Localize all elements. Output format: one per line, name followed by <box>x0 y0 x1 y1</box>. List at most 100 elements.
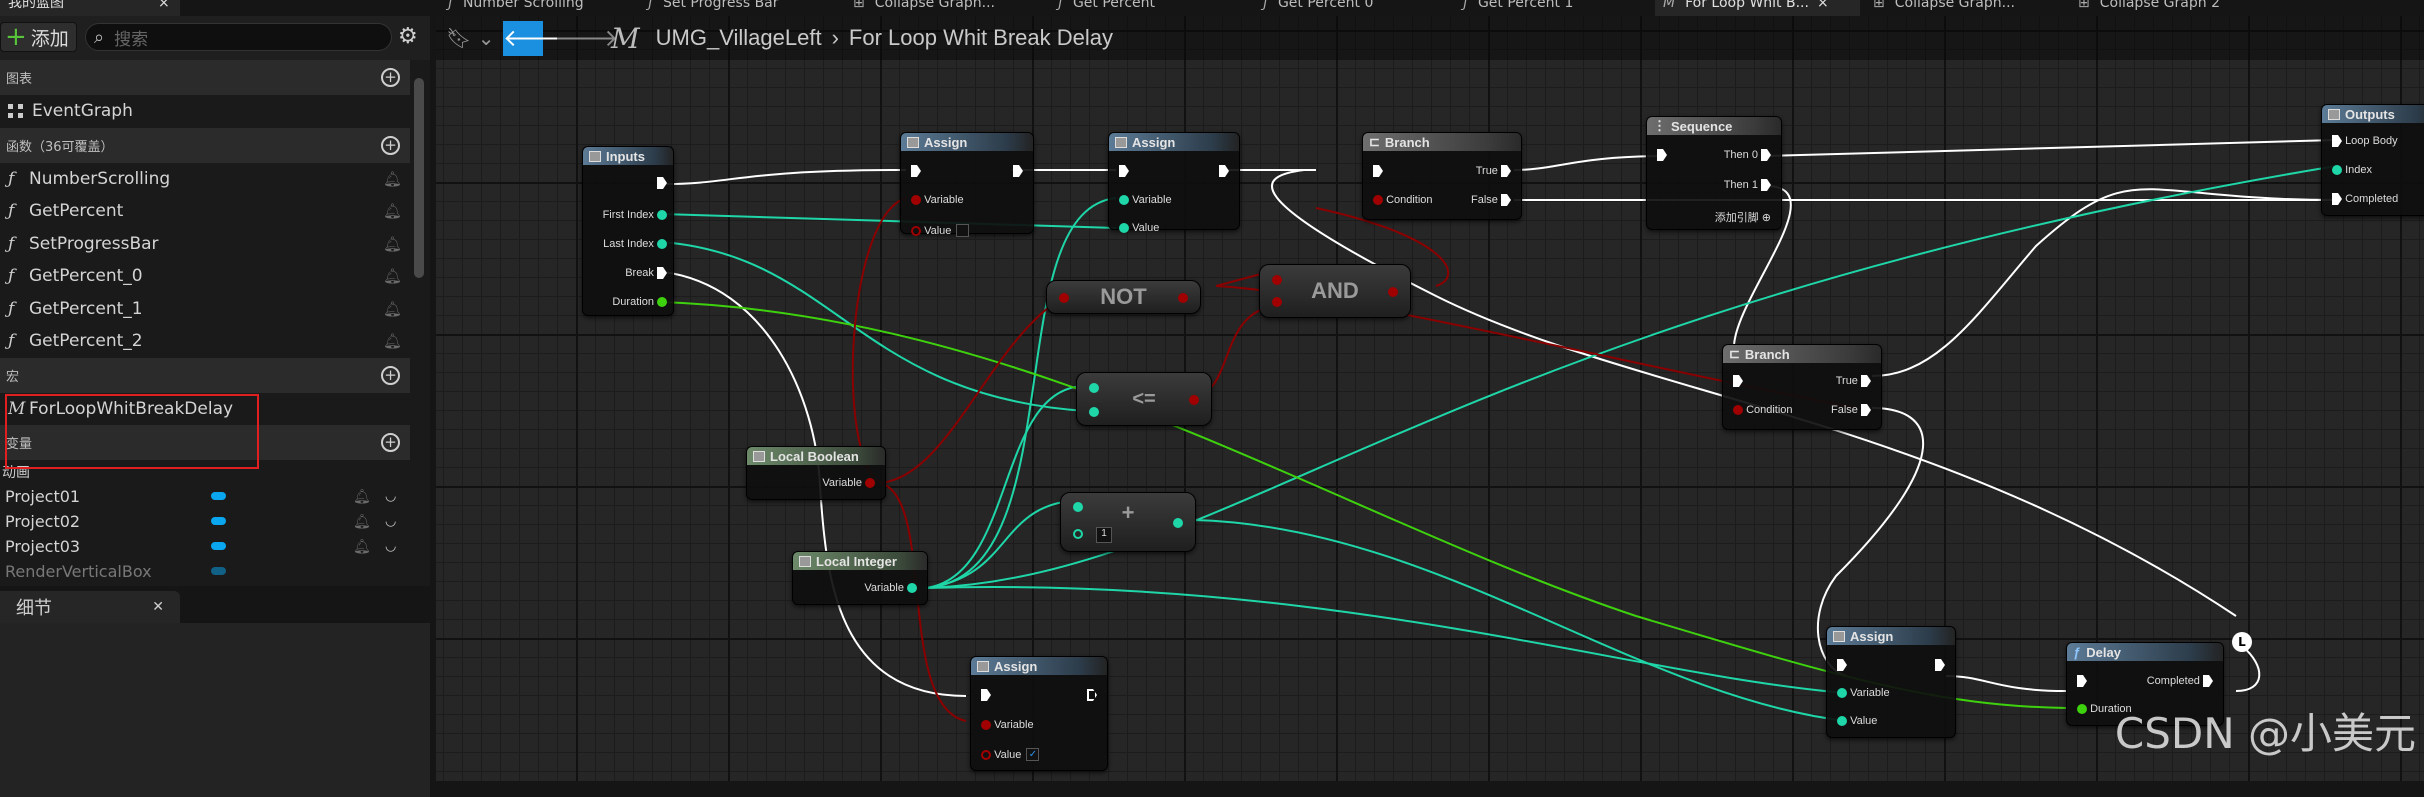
forward-button[interactable]: 🡒 <box>554 21 618 55</box>
bell-icon[interactable]: 🔔︎ <box>353 539 371 555</box>
graph-canvas[interactable]: 🔖︎ ⌄ 🡐 🡒 M UMG_VillageLeft › For Loop Wh… <box>436 16 2424 781</box>
pin-false[interactable]: False <box>1831 404 1871 416</box>
list-item-function[interactable]: ƒ GetPercent_1 🔔︎ <box>0 293 410 326</box>
pin-first-index[interactable]: First Index <box>603 209 667 221</box>
pin-value[interactable]: Value <box>1119 222 1159 234</box>
node-local-integer[interactable]: Local Integer Variable <box>792 551 928 605</box>
list-item-function[interactable]: ƒ NumberScrolling 🔔︎ <box>0 163 410 196</box>
list-item-macro[interactable]: M ForLoopWhitBreakDelay <box>0 393 410 426</box>
gear-icon[interactable]: ⚙ <box>398 24 418 49</box>
tab-get-percent-0[interactable]: ƒ Get Percent 0 <box>1255 0 1445 16</box>
node-not[interactable]: NOT <box>1046 280 1201 314</box>
eye-closed-icon[interactable]: ◡ <box>385 514 396 529</box>
search-input[interactable]: ⌕ 搜索 <box>85 23 392 51</box>
node-inputs[interactable]: Inputs First Index Last Index Break Dura… <box>582 146 674 316</box>
pin-then-0[interactable]: Then 0 <box>1724 149 1771 161</box>
add-variable-icon[interactable]: + <box>381 433 400 452</box>
pin-loop-body[interactable]: Loop Body <box>2332 135 2398 147</box>
tab-collapse-graph-1[interactable]: ⊞ Collapse Graph... <box>845 0 1040 16</box>
section-functions[interactable]: 函数（36可覆盖） + <box>0 127 410 163</box>
scrollbar[interactable] <box>414 78 424 278</box>
node-branch[interactable]: ⊏ Branch Condition True False <box>1722 344 1882 430</box>
pin-exec-in[interactable] <box>911 165 921 177</box>
section-macros[interactable]: 宏 + <box>0 357 410 393</box>
pin-exec-in[interactable] <box>1119 165 1129 177</box>
close-icon[interactable]: ✕ <box>152 599 164 615</box>
list-item-variable[interactable]: Project03 🔔︎ ◡ <box>0 534 410 559</box>
eye-closed-icon[interactable]: ◡ <box>385 539 396 554</box>
pin-false[interactable]: False <box>1471 194 1511 206</box>
node-assign[interactable]: Assign Variable Value <box>1108 132 1240 234</box>
pin-exec-out[interactable] <box>1935 659 1945 671</box>
pin-break[interactable]: Break <box>625 267 667 279</box>
back-button[interactable]: 🡐 <box>503 21 567 56</box>
pin-value[interactable]: Value <box>911 224 970 237</box>
bell-icon[interactable]: 🔔︎ <box>383 300 402 318</box>
breadcrumb-current[interactable]: For Loop Whit Break Delay <box>849 25 1113 51</box>
value-checkbox[interactable]: ✓ <box>1026 748 1040 761</box>
node-and[interactable]: AND <box>1259 264 1411 318</box>
list-item-function[interactable]: ƒ GetPercent_0 🔔︎ <box>0 260 410 293</box>
tab-my-blueprint[interactable]: 我的蓝图 × <box>0 0 180 16</box>
tab-for-loop-whit-break[interactable]: M For Loop Whit B... × <box>1655 0 1860 16</box>
bell-icon[interactable]: 🔔︎ <box>353 489 371 505</box>
pin-variable[interactable]: Variable <box>822 477 875 489</box>
pin-exec-out[interactable] <box>1219 165 1229 177</box>
pin-exec-in[interactable] <box>1733 375 1743 387</box>
add-default-value-input[interactable]: 1 <box>1096 527 1112 543</box>
list-item-eventgraph[interactable]: EventGraph <box>0 95 410 128</box>
pin-exec-in[interactable] <box>981 689 991 701</box>
add-function-icon[interactable]: + <box>381 135 400 155</box>
tab-set-progress-bar[interactable]: ƒ Set Progress Bar <box>640 0 830 16</box>
node-sequence[interactable]: ⋮ Sequence Then 0 Then 1 添加引脚 ⊕ <box>1646 116 1782 230</box>
pin-index[interactable]: Index <box>2332 164 2372 176</box>
pin-variable[interactable]: Variable <box>1837 687 1890 699</box>
pin-completed[interactable]: Completed <box>2147 675 2213 687</box>
node-assign[interactable]: Assign Variable Value <box>900 132 1034 237</box>
pin-exec-in[interactable] <box>2077 675 2087 687</box>
variable-category[interactable]: 动画 <box>0 460 410 484</box>
node-outputs[interactable]: Outputs Loop Body Index Completed <box>2321 104 2424 216</box>
bell-icon[interactable]: 🔔︎ <box>383 235 402 253</box>
bell-icon[interactable]: 🔔︎ <box>383 170 402 188</box>
node-add[interactable]: 1 + <box>1060 492 1196 552</box>
tab-get-percent[interactable]: ƒ Get Percent <box>1050 0 1240 16</box>
list-item-variable[interactable]: RenderVerticalBox <box>0 559 410 580</box>
bookmark-icon[interactable]: 🔖︎ ⌄ <box>446 26 495 50</box>
pin-value[interactable]: Value <box>1837 715 1877 727</box>
list-item-variable[interactable]: Project01 🔔︎ ◡ <box>0 484 410 509</box>
node-assign[interactable]: Assign Variable Value <box>1826 626 1956 738</box>
tab-get-percent-1[interactable]: ƒ Get Percent 1 <box>1455 0 1645 16</box>
list-item-function[interactable]: ƒ GetPercent_2 🔔︎ <box>0 325 410 358</box>
bell-icon[interactable]: 🔔︎ <box>353 514 371 530</box>
pin-then-1[interactable]: Then 1 <box>1724 179 1771 191</box>
breadcrumb-root[interactable]: UMG_VillageLeft <box>656 25 822 51</box>
tab-collapse-graph-3[interactable]: ⊞ Collapse Graph 2 <box>2070 0 2270 16</box>
value-checkbox[interactable] <box>956 224 970 237</box>
pin-exec-out[interactable] <box>1087 689 1097 701</box>
close-icon[interactable]: × <box>158 0 170 10</box>
pin-condition[interactable]: Condition <box>1733 404 1793 416</box>
pin-value[interactable]: Value ✓ <box>981 748 1040 761</box>
pin-condition[interactable]: Condition <box>1373 194 1433 206</box>
bell-icon[interactable]: 🔔︎ <box>383 332 402 350</box>
bell-icon[interactable]: 🔔︎ <box>383 267 402 285</box>
list-item-function[interactable]: ƒ GetPercent 🔔︎ <box>0 195 410 228</box>
pin-completed[interactable]: Completed <box>2332 193 2398 205</box>
add-pin-button[interactable]: 添加引脚 ⊕ <box>1715 209 1771 225</box>
section-graphs[interactable]: 图表 + <box>0 60 410 95</box>
node-local-boolean[interactable]: Local Boolean Variable <box>746 446 886 500</box>
add-button[interactable]: + 添加 <box>0 22 77 52</box>
list-item-variable[interactable]: Project02 🔔︎ ◡ <box>0 509 410 534</box>
tab-details[interactable]: 细节 ✕ <box>0 591 180 623</box>
pin-variable[interactable]: Variable <box>864 582 917 594</box>
pin-true[interactable]: True <box>1476 165 1511 177</box>
eye-closed-icon[interactable]: ◡ <box>385 489 396 504</box>
pin-exec-out[interactable] <box>657 177 667 189</box>
pin-variable[interactable]: Variable <box>981 719 1034 731</box>
list-item-function[interactable]: ƒ SetProgressBar 🔔︎ <box>0 228 410 261</box>
node-assign[interactable]: Assign Variable Value ✓ <box>970 656 1108 771</box>
pin-exec-in[interactable] <box>1837 659 1847 671</box>
section-variables[interactable]: 变量 + <box>0 425 410 460</box>
pin-variable[interactable]: Variable <box>1119 194 1172 206</box>
